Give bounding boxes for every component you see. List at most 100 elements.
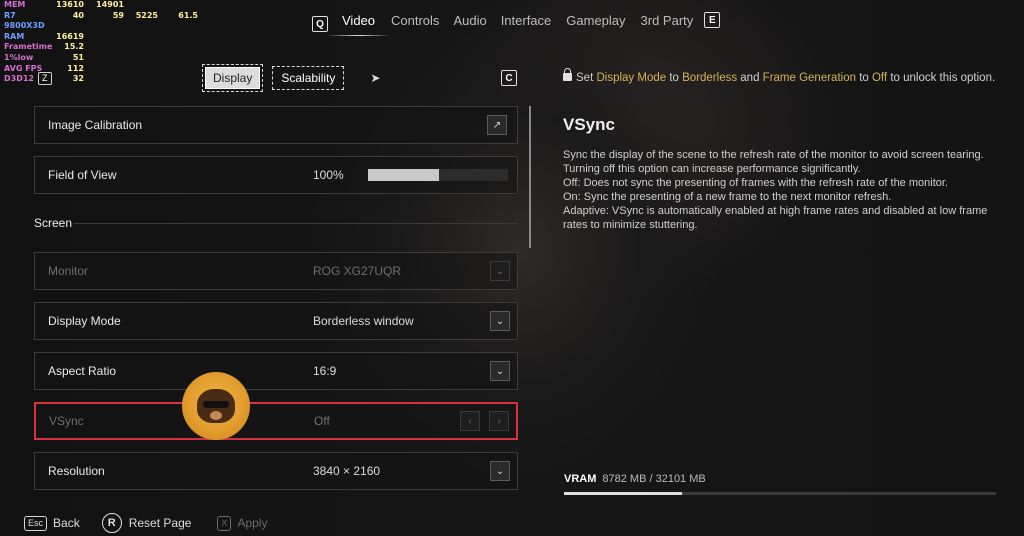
section-screen: Screen <box>34 206 518 240</box>
overlay-label: MEM <box>4 0 26 9</box>
chevron-down-icon[interactable]: ⌄ <box>490 311 510 331</box>
overlay-label: Frametime <box>4 42 53 52</box>
settings-list: Image Calibration ↗ Field of View 100% S… <box>34 106 518 502</box>
tab-video[interactable]: Video <box>325 13 392 36</box>
setting-monitor: Monitor ROG XG27UQR ⌄ <box>34 252 518 290</box>
tab-interface[interactable]: Interface <box>501 13 552 36</box>
section-title: Screen <box>34 216 73 230</box>
chevron-right-icon[interactable]: › <box>489 411 509 431</box>
overlay-value: 112 <box>67 63 84 73</box>
overlay-value: 15.2 <box>64 42 84 52</box>
chevron-down-icon[interactable]: ⌄ <box>490 361 510 381</box>
setting-value: ROG XG27UQR <box>313 264 402 278</box>
c-key-hint[interactable]: C <box>501 70 517 86</box>
vram-value: 8782 MB / 32101 MB <box>602 473 706 485</box>
overlay-value: 61.5 <box>178 10 198 20</box>
next-tab-key[interactable]: E <box>704 12 721 28</box>
overlay-ram-row: RAM 16619 <box>4 32 198 43</box>
info-highlight: Display Mode <box>596 72 667 84</box>
overlay-value: 51 <box>72 52 84 62</box>
info-text: to unlock this option. <box>887 72 996 84</box>
tab-audio[interactable]: Audio <box>453 13 486 36</box>
r-key-icon: R <box>101 513 122 533</box>
overlay-label: 1%low <box>4 52 34 62</box>
overlay-value: 32 <box>72 74 84 84</box>
setting-label: Image Calibration <box>48 118 143 132</box>
vram-label: VRAM <box>564 473 597 485</box>
info-highlight: Frame Generation <box>762 72 856 84</box>
fov-slider-fill <box>368 169 440 181</box>
bottom-actions: Esc Back R Reset Page X Apply <box>24 513 267 533</box>
bear-logo-badge <box>182 372 250 440</box>
performance-overlay: MEM 13610 14901 R7 9800X3D 40 59 5225 61… <box>4 0 198 85</box>
overlay-mem-row: MEM 13610 14901 <box>4 0 198 11</box>
chevron-down-icon: ⌄ <box>490 261 510 281</box>
vram-bar-fill <box>564 492 683 495</box>
overlay-avgfps-row: AVG FPS 112 <box>4 64 198 75</box>
subtab-scalability[interactable]: Scalability <box>272 66 345 90</box>
info-text: to <box>856 72 872 84</box>
overlay-value: 5225 <box>135 10 158 20</box>
overlay-value: 16619 <box>56 31 84 41</box>
z-key-hint[interactable]: Z <box>38 72 52 85</box>
top-nav: Q Video Controls Audio Interface Gamepla… <box>312 12 721 36</box>
setting-label: Field of View <box>48 168 117 182</box>
overlay-api-row: D3D12 32 <box>4 74 198 85</box>
info-highlight: Borderless <box>682 72 738 84</box>
fov-slider[interactable] <box>368 169 508 181</box>
info-text: Set <box>576 72 597 84</box>
description-line: Adaptive: VSync is automatically enabled… <box>563 205 988 231</box>
x-key-icon: X <box>217 515 232 531</box>
chevron-down-icon[interactable]: ⌄ <box>490 461 510 481</box>
lock-info: Set Display Mode to Borderless and Frame… <box>563 68 1003 88</box>
info-highlight: Off <box>871 72 888 84</box>
setting-display-mode[interactable]: Display Mode Borderless window ⌄ <box>34 302 518 340</box>
setting-label: Monitor <box>48 264 89 278</box>
apply-label: Apply <box>237 516 268 530</box>
vram-usage: VRAM 8782 MB / 32101 MB <box>564 473 706 485</box>
apply-button: X Apply <box>217 515 268 531</box>
setting-value: 3840 × 2160 <box>313 464 381 478</box>
subtab-display[interactable]: Display <box>201 64 264 92</box>
setting-field-of-view[interactable]: Field of View 100% <box>34 156 518 194</box>
overlay-value: 40 <box>72 10 84 20</box>
chevron-left-icon[interactable]: ‹ <box>460 411 480 431</box>
prev-tab-key[interactable]: Q <box>312 16 328 32</box>
setting-label: Display Mode <box>48 314 121 328</box>
overlay-low-row: 1%low 51 <box>4 53 198 64</box>
esc-key-icon: Esc <box>24 515 48 531</box>
setting-vsync[interactable]: VSync Off ‹ › <box>34 402 518 440</box>
setting-resolution[interactable]: Resolution 3840 × 2160 ⌄ <box>34 452 518 490</box>
setting-image-calibration[interactable]: Image Calibration ↗ <box>34 106 518 144</box>
settings-scrollbar[interactable] <box>529 106 531 248</box>
setting-value: 100% <box>313 168 344 182</box>
description-body: Sync the display of the scene to the ref… <box>563 148 1003 232</box>
overlay-frametime-row: Frametime 15.2 <box>4 42 198 53</box>
setting-label: Resolution <box>48 464 105 478</box>
setting-value: Borderless window <box>313 314 414 328</box>
overlay-label: R7 9800X3D <box>4 10 45 31</box>
setting-value: Off <box>314 414 330 428</box>
overlay-cpu-row: R7 9800X3D 40 59 5225 61.5 <box>4 11 198 32</box>
tab-controls[interactable]: Controls <box>391 13 439 36</box>
description-line: Off: Does not sync the presenting of fra… <box>563 177 948 189</box>
overlay-value: 13610 <box>56 0 84 9</box>
overlay-label: RAM <box>4 31 25 41</box>
back-button[interactable]: Back <box>53 516 80 530</box>
setting-label: Aspect Ratio <box>48 364 117 378</box>
lock-icon <box>563 68 572 81</box>
reset-page-button[interactable]: Reset Page <box>129 516 192 530</box>
setting-aspect-ratio[interactable]: Aspect Ratio 16:9 ⌄ <box>34 352 518 390</box>
external-link-icon[interactable]: ↗ <box>487 115 507 135</box>
info-text: and <box>737 72 763 84</box>
mouse-cursor-icon: ➤ <box>370 71 381 85</box>
vram-bar <box>564 492 996 495</box>
tab-gameplay[interactable]: Gameplay <box>566 13 625 36</box>
description-line: Sync the display of the scene to the ref… <box>563 149 984 175</box>
bear-icon <box>197 389 235 423</box>
setting-label: VSync <box>49 414 84 428</box>
tab-3rd-party[interactable]: 3rd Party <box>641 13 694 36</box>
setting-value: 16:9 <box>313 364 337 378</box>
description-title: VSync <box>563 115 615 134</box>
overlay-value: 14901 <box>96 0 124 9</box>
